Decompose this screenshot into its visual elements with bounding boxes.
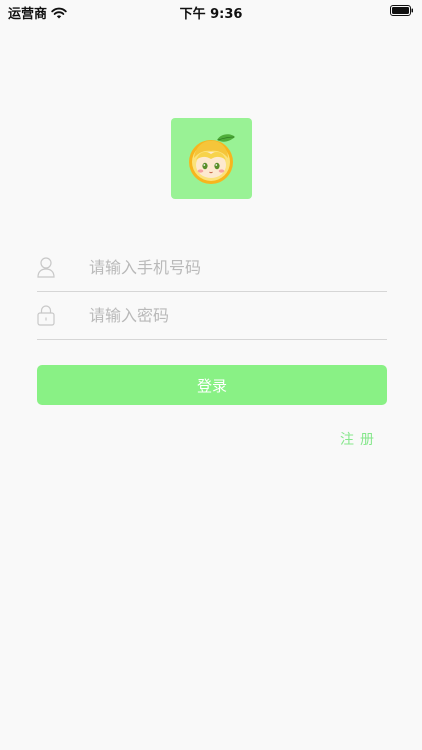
status-bar: 运营商 下午 9:36	[0, 0, 422, 22]
status-time: 下午 9:36	[179, 7, 243, 22]
register-link[interactable]: 注册	[340, 429, 380, 449]
lock-icon	[37, 305, 55, 326]
login-button[interactable]: 登录	[37, 365, 387, 405]
phone-input[interactable]	[89, 253, 379, 281]
password-input[interactable]	[89, 301, 379, 329]
lemon-mascot-icon	[189, 134, 235, 184]
user-icon	[37, 257, 55, 278]
password-field	[37, 291, 387, 340]
app-logo	[171, 118, 252, 199]
battery-icon	[390, 5, 413, 16]
phone-field	[37, 243, 387, 292]
